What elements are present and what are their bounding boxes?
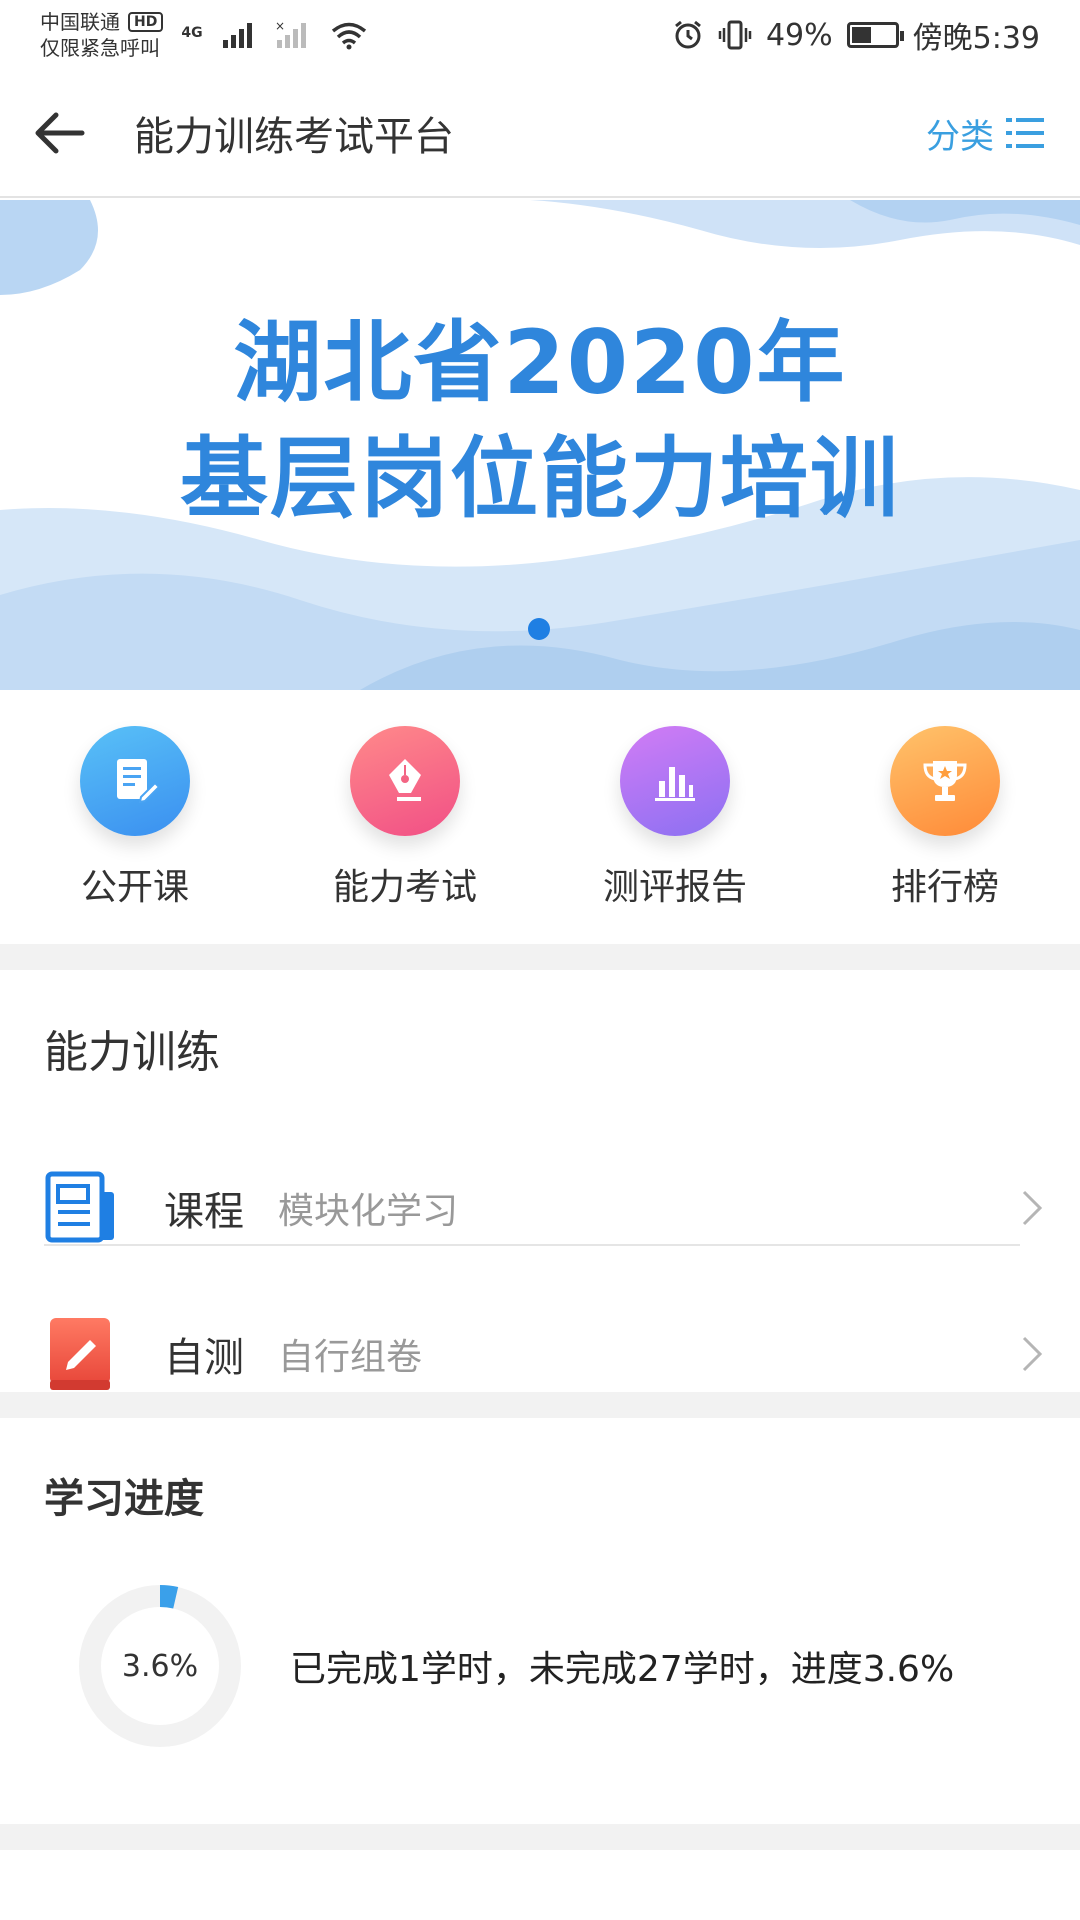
pencil-tablet-icon — [44, 1314, 120, 1394]
vibrate-icon — [718, 20, 752, 50]
quick-action-leaderboard[interactable]: 排行榜 — [810, 690, 1080, 940]
quick-action-label: 公开课 — [80, 867, 189, 908]
category-label: 分类 — [926, 116, 994, 157]
list-item-title: 自测 — [164, 1335, 244, 1381]
quick-action-ability-exam[interactable]: 能力考试 — [270, 690, 540, 940]
battery-percent: 49% — [765, 17, 833, 53]
signal-icon — [222, 23, 252, 48]
list-item-course[interactable]: 课程 模块化学习 — [44, 1138, 1044, 1278]
no-signal-icon: × — [275, 20, 306, 48]
trophy-icon — [890, 726, 1000, 836]
svg-text:×: × — [275, 20, 285, 33]
quick-action-open-course[interactable]: 公开课 — [0, 690, 270, 940]
bar-chart-icon — [620, 726, 730, 836]
carousel-indicator[interactable] — [528, 618, 550, 640]
alarm-icon — [675, 20, 701, 49]
progress-percent: 3.6% — [121, 1648, 199, 1684]
list-menu-icon — [1006, 118, 1044, 148]
chevron-right-icon — [1022, 1190, 1043, 1226]
promo-banner[interactable]: 湖北省2020年 基层岗位能力培训 — [0, 200, 1080, 690]
quick-action-label: 排行榜 — [890, 867, 999, 908]
wifi-icon — [331, 22, 366, 50]
back-button[interactable] — [0, 70, 120, 196]
quick-actions: 公开课 能力考试 测评报告 排行榜 — [0, 690, 1080, 940]
chevron-right-icon — [1022, 1336, 1043, 1372]
quick-action-label: 测评报告 — [602, 867, 747, 908]
progress-summary: 已完成1学时，未完成27学时，进度3.6% — [290, 1649, 955, 1690]
status-left: 中国联通 HD 仅限紧急呼叫 4G × — [40, 9, 369, 61]
status-bar: 中国联通 HD 仅限紧急呼叫 4G × 49% 傍晚5:39 — [0, 0, 1080, 70]
battery-icon — [846, 22, 904, 48]
banner-headline-2: 基层岗位能力培训 — [179, 427, 900, 530]
carrier-info: 中国联通 HD 仅限紧急呼叫 — [40, 9, 164, 61]
list-item-subtitle: 模块化学习 — [278, 1191, 459, 1232]
carrier-name: 中国联通 — [40, 10, 120, 34]
banner-headline-1: 湖北省2020年 — [233, 311, 847, 414]
quick-action-assessment-report[interactable]: 测评报告 — [540, 690, 810, 940]
document-edit-icon — [80, 726, 190, 836]
status-right: 49% 傍晚5:39 — [672, 13, 1040, 57]
list-item-subtitle: 自行组卷 — [278, 1337, 423, 1378]
section-divider — [0, 1392, 1080, 1418]
section-divider — [0, 944, 1080, 970]
list-item-title: 课程 — [164, 1189, 244, 1235]
page-title: 能力训练考试平台 — [134, 114, 454, 160]
progress-ring: 3.6% — [76, 1582, 244, 1750]
list-divider — [44, 1244, 1020, 1246]
hd-badge: HD — [128, 12, 164, 32]
pen-nib-icon — [350, 726, 460, 836]
training-section-title: 能力训练 — [44, 1027, 220, 1078]
newspaper-icon — [44, 1168, 120, 1248]
app-header: 能力训练考试平台 分类 — [0, 70, 1080, 198]
clock: 傍晚5:39 — [912, 21, 1040, 56]
progress-section-title: 学习进度 — [44, 1476, 204, 1522]
arrow-left-icon — [35, 112, 85, 154]
emergency-only-text: 仅限紧急呼叫 — [40, 36, 160, 60]
category-button[interactable]: 分类 — [926, 109, 1044, 158]
section-divider — [0, 1824, 1080, 1850]
network-type: 4G — [181, 25, 203, 41]
quick-action-label: 能力考试 — [332, 867, 477, 908]
